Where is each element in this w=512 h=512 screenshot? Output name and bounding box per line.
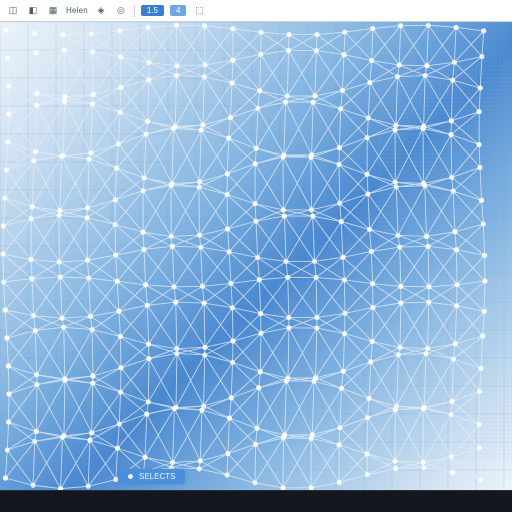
helen-label: Helen	[66, 6, 88, 15]
diamond-icon[interactable]: ◈	[94, 4, 108, 18]
badge-2[interactable]: 4	[170, 5, 186, 16]
status-pill[interactable]: SELECTS	[118, 469, 185, 484]
separator	[134, 5, 135, 17]
badge-1[interactable]: 1.5	[141, 5, 164, 16]
box-icon[interactable]: ⬚	[192, 4, 206, 18]
status-dot-icon	[128, 474, 133, 479]
split-icon[interactable]: ◧	[26, 4, 40, 18]
mesh-visualization	[0, 22, 512, 490]
status-label: SELECTS	[139, 472, 175, 481]
network-canvas[interactable]: SELECTS	[0, 22, 512, 490]
bottom-bar	[0, 490, 512, 512]
top-toolbar: ◫ ◧ ▦ Helen ◈ ◎ 1.5 4 ⬚	[0, 0, 512, 22]
cells-icon[interactable]: ▦	[46, 4, 60, 18]
grid-icon[interactable]: ◫	[6, 4, 20, 18]
target-icon[interactable]: ◎	[114, 4, 128, 18]
